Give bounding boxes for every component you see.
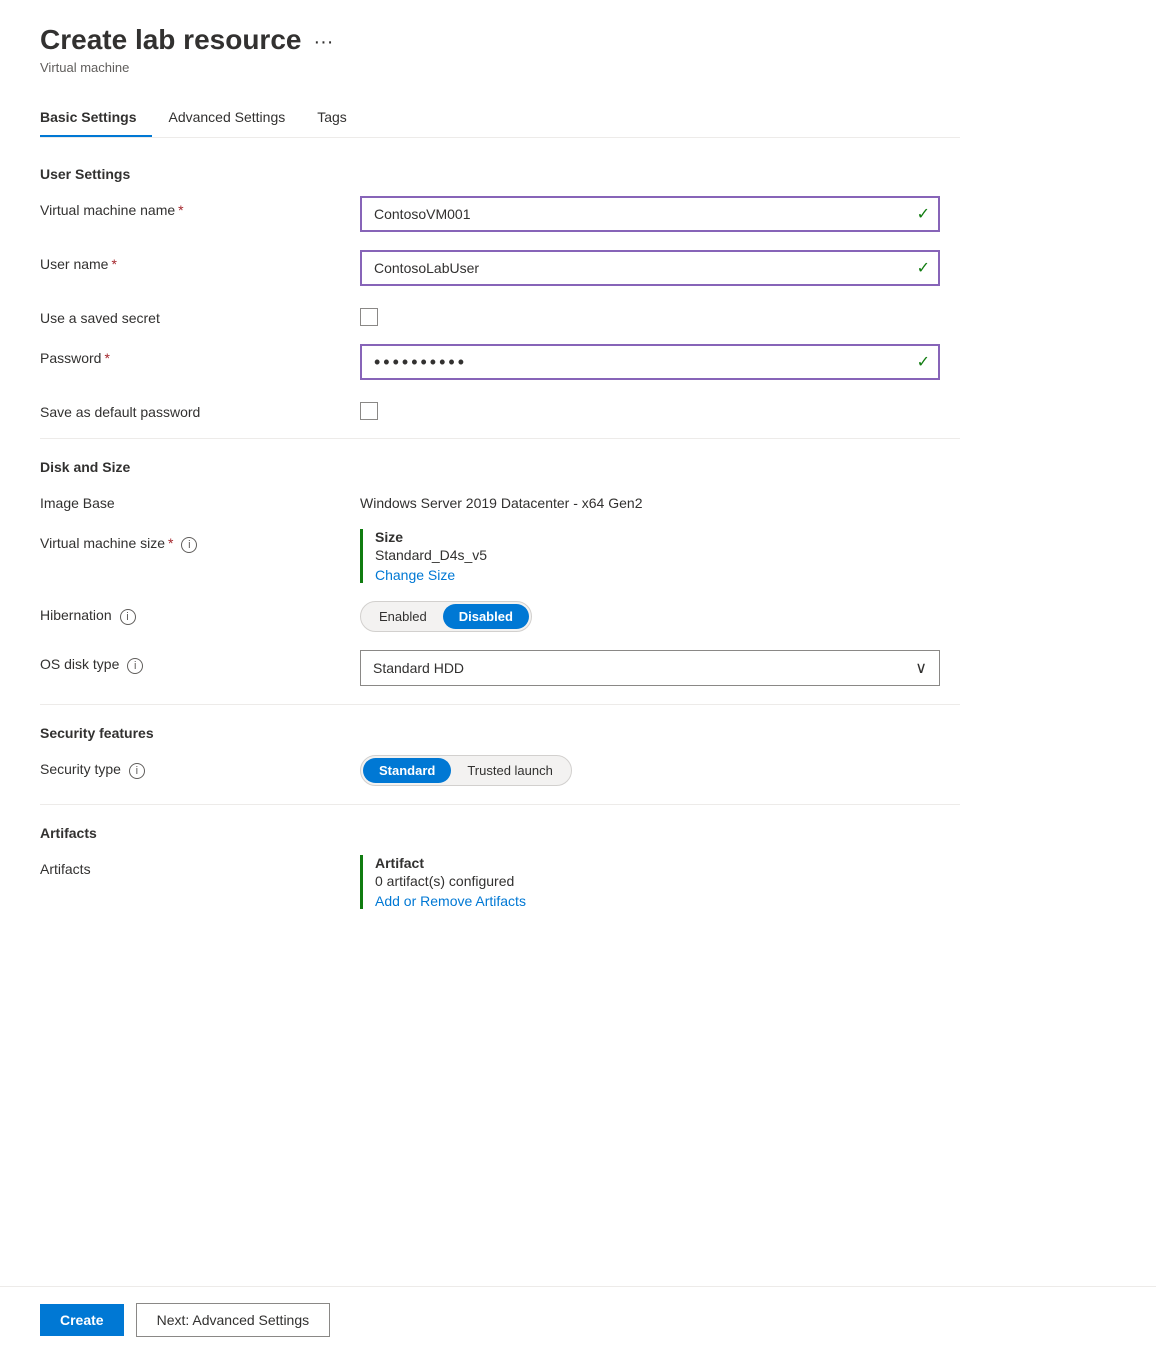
saved-secret-checkbox[interactable]: [360, 308, 378, 326]
vm-size-info-icon[interactable]: i: [181, 537, 197, 553]
vm-size-control: Size Standard_D4s_v5 Change Size: [360, 529, 940, 583]
save-default-control: [360, 398, 940, 420]
size-block: Size Standard_D4s_v5 Change Size: [360, 529, 940, 583]
tabs-container: Basic Settings Advanced Settings Tags: [40, 99, 960, 138]
user-name-input[interactable]: [360, 250, 940, 286]
security-type-info-icon[interactable]: i: [129, 763, 145, 779]
tab-tags[interactable]: Tags: [317, 99, 363, 137]
image-base-control: Windows Server 2019 Datacenter - x64 Gen…: [360, 489, 940, 511]
divider-1: [40, 438, 960, 439]
vm-name-input[interactable]: [360, 196, 940, 232]
user-name-label: User name*: [40, 250, 360, 272]
vm-size-label: Virtual machine size* i: [40, 529, 360, 553]
image-base-row: Image Base Windows Server 2019 Datacente…: [40, 489, 960, 511]
page-title: Create lab resource: [40, 24, 301, 56]
os-disk-info-icon[interactable]: i: [127, 658, 143, 674]
artifact-heading: Artifact: [375, 855, 940, 871]
hibernation-info-icon[interactable]: i: [120, 609, 136, 625]
security-type-control: Standard Trusted launch: [360, 755, 940, 786]
image-base-label: Image Base: [40, 489, 360, 511]
hibernation-disabled-btn[interactable]: Disabled: [443, 604, 529, 629]
next-advanced-settings-button[interactable]: Next: Advanced Settings: [136, 1303, 331, 1337]
password-control: ✓: [360, 344, 940, 380]
add-remove-artifacts-link[interactable]: Add or Remove Artifacts: [375, 893, 526, 909]
disk-size-header: Disk and Size: [40, 459, 960, 475]
password-input[interactable]: [360, 344, 940, 380]
user-name-row: User name* ✓: [40, 250, 960, 286]
save-default-label: Save as default password: [40, 398, 360, 420]
hibernation-control: Enabled Disabled: [360, 601, 940, 632]
more-options-icon[interactable]: ···: [313, 31, 333, 54]
saved-secret-control: [360, 304, 940, 326]
os-disk-value: Standard HDD: [373, 660, 464, 676]
artifacts-control: Artifact 0 artifact(s) configured Add or…: [360, 855, 940, 909]
footer: Create Next: Advanced Settings: [0, 1286, 1156, 1353]
size-heading: Size: [375, 529, 940, 545]
artifacts-row: Artifacts Artifact 0 artifact(s) configu…: [40, 855, 960, 909]
user-name-check-icon: ✓: [917, 258, 930, 278]
artifact-count: 0 artifact(s) configured: [375, 873, 940, 889]
password-label: Password*: [40, 344, 360, 366]
page-subtitle: Virtual machine: [40, 60, 960, 75]
os-disk-dropdown[interactable]: Standard HDD ∨: [360, 650, 940, 686]
saved-secret-row: Use a saved secret: [40, 304, 960, 326]
password-check-icon: ✓: [917, 352, 930, 372]
save-default-checkbox[interactable]: [360, 402, 378, 420]
user-name-control: ✓: [360, 250, 940, 286]
divider-3: [40, 804, 960, 805]
size-value: Standard_D4s_v5: [375, 547, 940, 563]
tab-basic-settings[interactable]: Basic Settings: [40, 99, 152, 137]
artifact-block: Artifact 0 artifact(s) configured Add or…: [360, 855, 940, 909]
hibernation-row: Hibernation i Enabled Disabled: [40, 601, 960, 632]
os-disk-control: Standard HDD ∨: [360, 650, 940, 686]
vm-name-check-icon: ✓: [917, 204, 930, 224]
artifacts-label: Artifacts: [40, 855, 360, 877]
hibernation-toggle-group: Enabled Disabled: [360, 601, 532, 632]
tab-advanced-settings[interactable]: Advanced Settings: [168, 99, 301, 137]
security-standard-btn[interactable]: Standard: [363, 758, 451, 783]
image-base-value: Windows Server 2019 Datacenter - x64 Gen…: [360, 489, 940, 511]
hibernation-enabled-btn[interactable]: Enabled: [363, 604, 443, 629]
security-type-row: Security type i Standard Trusted launch: [40, 755, 960, 786]
saved-secret-label: Use a saved secret: [40, 304, 360, 326]
vm-name-row: Virtual machine name* ✓: [40, 196, 960, 232]
security-header: Security features: [40, 725, 960, 741]
password-row: Password* ✓: [40, 344, 960, 380]
security-toggle-group: Standard Trusted launch: [360, 755, 572, 786]
os-disk-label: OS disk type i: [40, 650, 360, 674]
os-disk-row: OS disk type i Standard HDD ∨: [40, 650, 960, 686]
vm-name-control: ✓: [360, 196, 940, 232]
user-settings-header: User Settings: [40, 166, 960, 182]
security-trusted-launch-btn[interactable]: Trusted launch: [451, 758, 569, 783]
divider-2: [40, 704, 960, 705]
create-button[interactable]: Create: [40, 1304, 124, 1336]
chevron-down-icon: ∨: [915, 658, 927, 678]
vm-name-label: Virtual machine name*: [40, 196, 360, 218]
change-size-link[interactable]: Change Size: [375, 567, 455, 583]
artifacts-header: Artifacts: [40, 825, 960, 841]
security-type-label: Security type i: [40, 755, 360, 779]
save-default-row: Save as default password: [40, 398, 960, 420]
hibernation-label: Hibernation i: [40, 601, 360, 625]
vm-size-row: Virtual machine size* i Size Standard_D4…: [40, 529, 960, 583]
